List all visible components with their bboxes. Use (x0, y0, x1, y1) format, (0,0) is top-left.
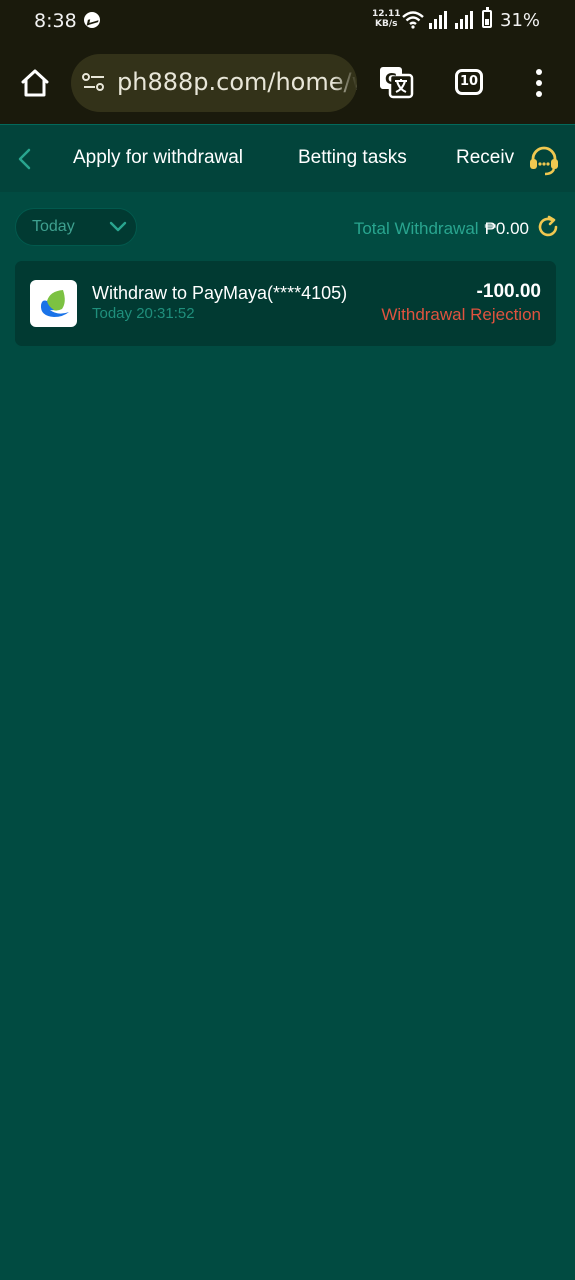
status-bar: 8:38 12.11 KB/s 31% (0, 0, 575, 42)
network-speed-value: 12.11 (372, 9, 401, 19)
paymaya-logo (30, 280, 77, 327)
network-speed: 12.11 KB/s (372, 9, 400, 29)
site-settings-icon[interactable] (82, 72, 106, 92)
battery-icon (482, 7, 492, 28)
wifi-icon (402, 11, 424, 29)
back-arrow-icon[interactable] (14, 146, 36, 172)
total-withdrawal-label: Total Withdrawal (353, 219, 479, 238)
home-icon[interactable] (18, 66, 52, 100)
refresh-icon[interactable] (536, 215, 560, 239)
page-nav-bar: Apply for withdrawal Betting tasks Recei… (0, 124, 575, 192)
paymaya-logo-icon (40, 290, 69, 317)
withdrawal-records-page: Today Total Withdrawal ₱0.00 Withdraw to … (0, 192, 575, 1280)
network-speed-unit: KB/s (374, 19, 398, 29)
date-filter-dropdown[interactable]: Today (15, 208, 137, 246)
total-withdrawal: Total Withdrawal ₱0.00 (354, 219, 529, 239)
url-text[interactable]: ph888p.com/home/wi (117, 68, 357, 96)
signal-icon (455, 11, 473, 29)
record-status: Withdrawal Rejection (381, 305, 541, 324)
signal-icon (429, 11, 447, 29)
record-title: Withdraw to PayMaya(****4105) (92, 283, 348, 303)
svg-text:G: G (385, 70, 397, 88)
browser-toolbar: ph888p.com/home/wi G 10 (0, 42, 575, 124)
url-fade (333, 54, 357, 112)
withdrawal-record[interactable]: Withdraw to PayMaya(****4105) Today 20:3… (15, 261, 556, 346)
tab-receive[interactable]: Receiv (456, 147, 514, 169)
messenger-icon (84, 12, 100, 28)
more-menu-icon[interactable] (533, 69, 545, 97)
address-bar[interactable]: ph888p.com/home/wi (71, 54, 357, 112)
customer-support-icon[interactable] (528, 144, 560, 176)
record-time: Today 20:31:52 (92, 305, 195, 322)
date-filter-value: Today (32, 218, 75, 235)
total-withdrawal-value: ₱0.00 (484, 219, 529, 238)
chevron-down-icon (109, 221, 127, 232)
tab-switcher-button[interactable]: 10 (455, 69, 483, 95)
status-time: 8:38 (34, 10, 77, 32)
translate-icon[interactable]: G (378, 65, 414, 99)
battery-percent: 31% (500, 10, 541, 31)
tab-apply-withdrawal[interactable]: Apply for withdrawal (73, 147, 243, 169)
tab-betting-tasks[interactable]: Betting tasks (298, 147, 407, 169)
record-amount: -100.00 (476, 281, 541, 302)
